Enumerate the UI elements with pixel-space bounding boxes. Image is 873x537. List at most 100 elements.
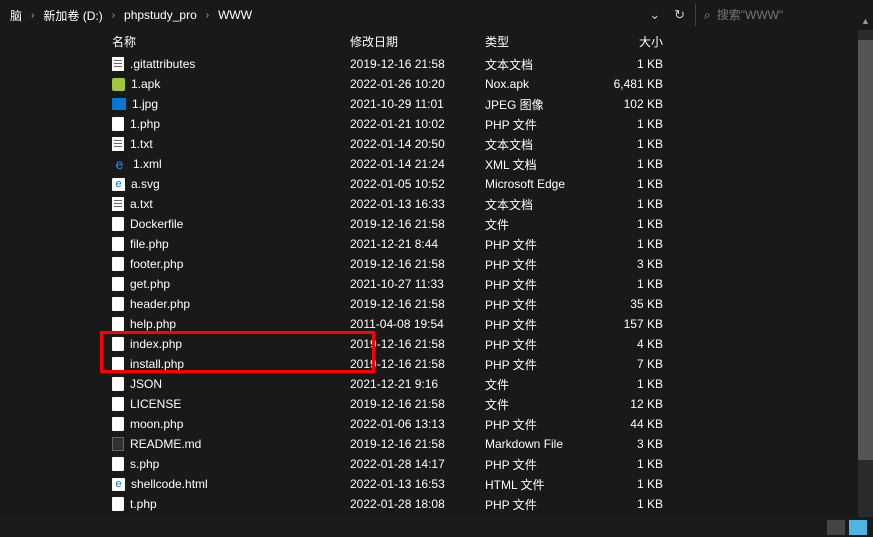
- file-date: 2021-10-29 11:01: [350, 97, 485, 111]
- file-type: Nox.apk: [485, 77, 595, 91]
- file-size: 3 KB: [595, 257, 675, 271]
- breadcrumb-item[interactable]: 新加卷 (D:): [41, 7, 104, 24]
- file-type: 文本文档: [485, 56, 595, 73]
- file-row[interactable]: header.php2019-12-16 21:58PHP 文件35 KB: [100, 294, 873, 314]
- address-bar: 脑 › 新加卷 (D:) › phpstudy_pro › WWW ⌄ ↻ ⌕: [0, 0, 873, 30]
- column-headers: 名称 修改日期 类型 大小: [100, 30, 873, 54]
- file-type: PHP 文件: [485, 456, 595, 473]
- vertical-scrollbar[interactable]: ▲ ▼: [858, 30, 873, 517]
- file-row[interactable]: s.php2022-01-28 14:17PHP 文件1 KB: [100, 454, 873, 474]
- breadcrumb-item[interactable]: phpstudy_pro: [122, 8, 199, 22]
- ie-file-icon: e: [112, 157, 127, 172]
- file-name: moon.php: [130, 417, 183, 431]
- file-date: 2022-01-14 20:50: [350, 137, 485, 151]
- file-name: t.php: [130, 497, 157, 511]
- file-name: footer.php: [130, 257, 183, 271]
- refresh-icon[interactable]: ↻: [674, 7, 685, 23]
- file-row[interactable]: get.php2021-10-27 11:33PHP 文件1 KB: [100, 274, 873, 294]
- chevron-right-icon: ›: [108, 10, 119, 21]
- file-name: install.php: [130, 357, 184, 371]
- file-name: shellcode.html: [131, 477, 208, 491]
- file-date: 2011-04-08 19:54: [350, 317, 485, 331]
- file-name: a.txt: [130, 197, 153, 211]
- file-name: a.svg: [131, 177, 160, 191]
- file-row[interactable]: ea.svg2022-01-05 10:52Microsoft Edge1 KB: [100, 174, 873, 194]
- file-size: 1 KB: [595, 57, 675, 71]
- file-icon: [112, 377, 124, 391]
- file-row[interactable]: eshellcode.html2022-01-13 16:53HTML 文件1 …: [100, 474, 873, 494]
- file-icon: [112, 257, 124, 271]
- search-box[interactable]: ⌕: [695, 4, 865, 26]
- file-name: 1.xml: [133, 157, 162, 171]
- scroll-up-icon[interactable]: ▲: [858, 14, 873, 28]
- search-input[interactable]: [717, 8, 857, 22]
- file-row[interactable]: .gitattributes2019-12-16 21:58文本文档1 KB: [100, 54, 873, 74]
- file-row[interactable]: 1.apk2022-01-26 10:20Nox.apk6,481 KB: [100, 74, 873, 94]
- file-row[interactable]: help.php2011-04-08 19:54PHP 文件157 KB: [100, 314, 873, 334]
- file-icon: [112, 117, 124, 131]
- file-row[interactable]: README.md2019-12-16 21:58Markdown File3 …: [100, 434, 873, 454]
- file-type: Markdown File: [485, 437, 595, 451]
- file-name: LICENSE: [130, 397, 181, 411]
- file-size: 1 KB: [595, 177, 675, 191]
- file-row[interactable]: 1.jpg2021-10-29 11:01JPEG 图像102 KB: [100, 94, 873, 114]
- file-size: 1 KB: [595, 117, 675, 131]
- file-row[interactable]: t.php2022-01-28 18:08PHP 文件1 KB: [100, 494, 873, 514]
- file-name: 1.jpg: [132, 97, 158, 111]
- file-type: PHP 文件: [485, 296, 595, 313]
- file-size: 1 KB: [595, 457, 675, 471]
- breadcrumb-item[interactable]: 脑: [8, 7, 24, 24]
- file-row[interactable]: JSON2021-12-21 9:16文件1 KB: [100, 374, 873, 394]
- file-date: 2019-12-16 21:58: [350, 57, 485, 71]
- file-date: 2019-12-16 21:58: [350, 437, 485, 451]
- file-name: help.php: [130, 317, 176, 331]
- file-type: 文件: [485, 376, 595, 393]
- file-row[interactable]: index.php2019-12-16 21:58PHP 文件4 KB: [100, 334, 873, 354]
- nav-pane[interactable]: [0, 30, 100, 517]
- file-date: 2022-01-05 10:52: [350, 177, 485, 191]
- taskbar-item[interactable]: [849, 520, 867, 535]
- dropdown-history-icon[interactable]: ⌄: [649, 7, 660, 23]
- column-header-type[interactable]: 类型: [485, 33, 595, 50]
- file-type: XML 文档: [485, 156, 595, 173]
- file-row[interactable]: install.php2019-12-16 21:58PHP 文件7 KB: [100, 354, 873, 374]
- file-row[interactable]: e1.xml2022-01-14 21:24XML 文档1 KB: [100, 154, 873, 174]
- file-date: 2021-10-27 11:33: [350, 277, 485, 291]
- file-type: 文件: [485, 216, 595, 233]
- file-date: 2022-01-28 14:17: [350, 457, 485, 471]
- file-icon: [112, 317, 124, 331]
- column-header-date[interactable]: 修改日期: [350, 33, 485, 50]
- file-date: 2019-12-16 21:58: [350, 357, 485, 371]
- file-row[interactable]: footer.php2019-12-16 21:58PHP 文件3 KB: [100, 254, 873, 274]
- scrollbar-thumb[interactable]: [858, 40, 873, 460]
- file-date: 2022-01-06 13:13: [350, 417, 485, 431]
- file-name: header.php: [130, 297, 190, 311]
- taskbar-item[interactable]: [827, 520, 845, 535]
- file-size: 1 KB: [595, 377, 675, 391]
- file-icon: [112, 357, 124, 371]
- file-row[interactable]: file.php2021-12-21 8:44PHP 文件1 KB: [100, 234, 873, 254]
- file-date: 2022-01-26 10:20: [350, 77, 485, 91]
- file-type: 文本文档: [485, 136, 595, 153]
- file-size: 1 KB: [595, 497, 675, 511]
- file-icon: [112, 297, 124, 311]
- taskbar: [0, 517, 873, 537]
- file-row[interactable]: 1.txt2022-01-14 20:50文本文档1 KB: [100, 134, 873, 154]
- file-row[interactable]: Dockerfile2019-12-16 21:58文件1 KB: [100, 214, 873, 234]
- file-type: PHP 文件: [485, 356, 595, 373]
- file-row[interactable]: a.txt2022-01-13 16:33文本文档1 KB: [100, 194, 873, 214]
- breadcrumb[interactable]: 脑 › 新加卷 (D:) › phpstudy_pro › WWW: [8, 7, 639, 24]
- column-header-name[interactable]: 名称: [100, 33, 350, 50]
- file-type: PHP 文件: [485, 256, 595, 273]
- file-icon: [112, 417, 124, 431]
- column-header-size[interactable]: 大小: [595, 33, 675, 50]
- file-row[interactable]: moon.php2022-01-06 13:13PHP 文件44 KB: [100, 414, 873, 434]
- file-size: 102 KB: [595, 97, 675, 111]
- file-list-pane: 名称 修改日期 类型 大小 .gitattributes2019-12-16 2…: [100, 30, 873, 517]
- file-date: 2021-12-21 8:44: [350, 237, 485, 251]
- file-row[interactable]: 1.php2022-01-21 10:02PHP 文件1 KB: [100, 114, 873, 134]
- file-name: get.php: [130, 277, 170, 291]
- file-row[interactable]: LICENSE2019-12-16 21:58文件12 KB: [100, 394, 873, 414]
- file-size: 35 KB: [595, 297, 675, 311]
- breadcrumb-item[interactable]: WWW: [216, 8, 254, 22]
